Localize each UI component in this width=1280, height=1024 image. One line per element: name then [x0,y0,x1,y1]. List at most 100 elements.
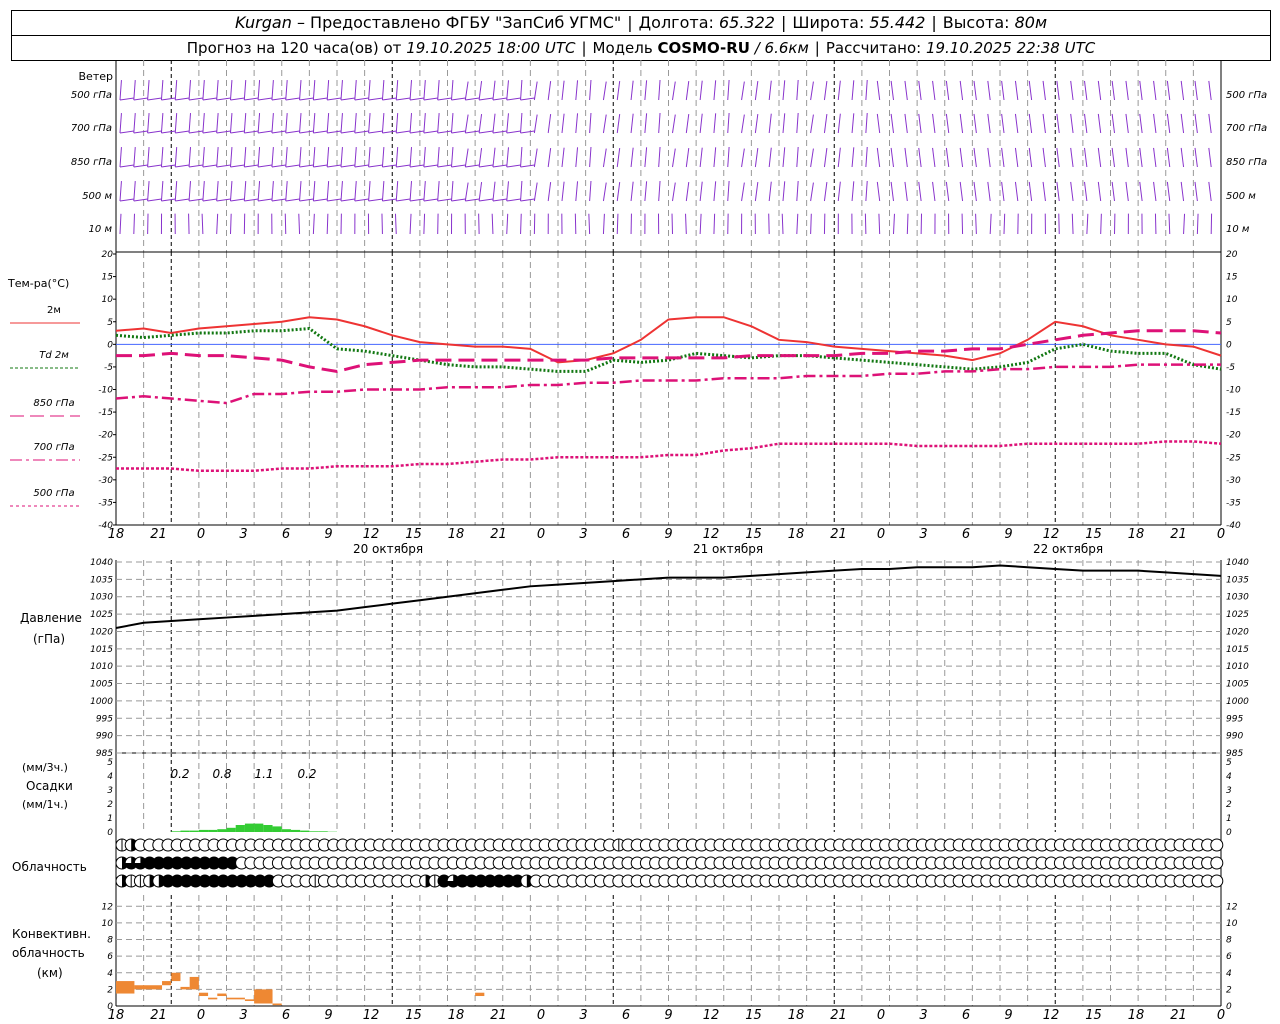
wind-barb [810,81,814,101]
temp-ytick-label: 10 [1226,295,1238,305]
wind-barb-flag [271,198,287,202]
wind-barb-staff [823,181,828,202]
wind-barb-staff [188,80,192,101]
wind-barb [713,147,717,168]
wind-barb [423,181,438,202]
wind-barb-staff [299,80,302,101]
precip-ytick-label: 0 [1226,828,1232,838]
wind-barb [147,80,162,101]
wind-barb [533,81,538,101]
wind-barb-staff [533,182,538,202]
hour-tick-label: 18 [448,1008,465,1023]
pressure-ytick-label: 1035 [90,575,113,585]
pressure-ytick-label: 1025 [90,610,113,620]
wind-barb [1070,147,1074,168]
wind-barb-staff [492,113,496,134]
wind-barb-staff [1125,113,1129,134]
wind-barb-staff [713,113,717,134]
pressure-ytick-label: 1005 [1226,680,1249,690]
wind-barb-staff [1001,181,1005,202]
wind-barb [987,80,991,101]
wind-barb-staff [1056,181,1060,202]
wind-barb [409,80,425,101]
wind-barb-staff [520,213,522,235]
conv-cloud-bar [244,999,255,1002]
wind-barb [1194,113,1198,134]
wind-barb [216,80,231,101]
wind-barb-flag [437,97,452,101]
wind-barb [699,147,703,168]
wind-barb [492,181,508,202]
wind-barb-staff [630,147,634,168]
wind-barb-staff [119,113,122,134]
wind-barb-staff [491,213,494,235]
wind-barb [796,180,799,202]
wind-barb-flag [368,97,383,101]
wind-barb-staff [492,80,496,101]
wind-barb-staff [932,181,936,202]
precip-bar [272,826,282,832]
wind-barb-flag [188,164,204,168]
wind-barb [796,146,799,168]
wind-barb [409,147,425,168]
temp-ytick-label: 5 [1226,318,1232,328]
wind-barb-staff [451,181,454,202]
wind-title: Ветер [79,70,113,83]
pressure-ytick-label: 995 [96,714,113,724]
hour-tick-label: 9 [324,527,332,542]
hour-tick-label: 9 [664,527,672,542]
wind-barb-flag [492,130,508,134]
wind-barb-staff [904,113,908,134]
wind-barb-staff [630,80,634,101]
conv-cloud-bar [272,1003,282,1006]
wind-barb-staff [699,213,702,235]
wind-barb-staff [876,113,881,134]
wind-barb-staff [989,213,992,235]
wind-barb-staff [147,80,150,101]
wind-barb-staff [257,113,261,134]
wind-barb [451,80,466,101]
wind-barb [340,181,356,202]
wind-barb-staff [298,213,301,235]
wind-barb [312,181,328,202]
wind-barb [1194,80,1198,101]
wind-barb [423,147,438,168]
wind-barb-staff [1097,181,1102,202]
wind-barb-flag [202,198,217,202]
wind-barb-staff [865,180,868,202]
pressure-ytick-label: 990 [1226,732,1243,742]
wind-barb [945,147,950,168]
pressure-ytick-label: 995 [1226,714,1243,724]
wind-barb-flag [437,130,452,134]
wind-barb [506,80,521,101]
wind-barb [1014,181,1019,202]
wind-barb-flag [409,198,425,202]
wind-barb [1097,80,1102,101]
wind-barb-staff [1084,181,1088,202]
wind-barb [119,147,135,168]
wind-barb-flag [465,198,480,202]
wind-barb-flag [396,164,411,168]
wind-barb [906,213,909,235]
wind-barb-staff [243,181,247,202]
hour-tick-label: 15 [1085,1008,1102,1023]
wind-barb [368,147,383,168]
wind-barb-staff [174,147,178,168]
wind-barb [533,114,538,134]
hour-tick-label: 21 [150,527,167,542]
wind-barb-flag [479,198,494,202]
wind-barb-staff [216,213,219,235]
wind-barb-staff [1153,113,1157,134]
wind-barb [547,147,552,168]
precip-label: (мм/1ч.) [22,798,68,811]
wind-barb [216,113,231,134]
wind-barb-staff [230,147,233,168]
wind-barb [616,113,621,134]
wind-barb [876,80,881,101]
wind-barb-staff [423,80,426,101]
wind-barb [741,81,745,101]
wind-barb [672,81,676,101]
wind-barb-flag [313,97,328,101]
wind-barb-staff [741,148,745,168]
wind-barb-staff [1166,113,1171,134]
